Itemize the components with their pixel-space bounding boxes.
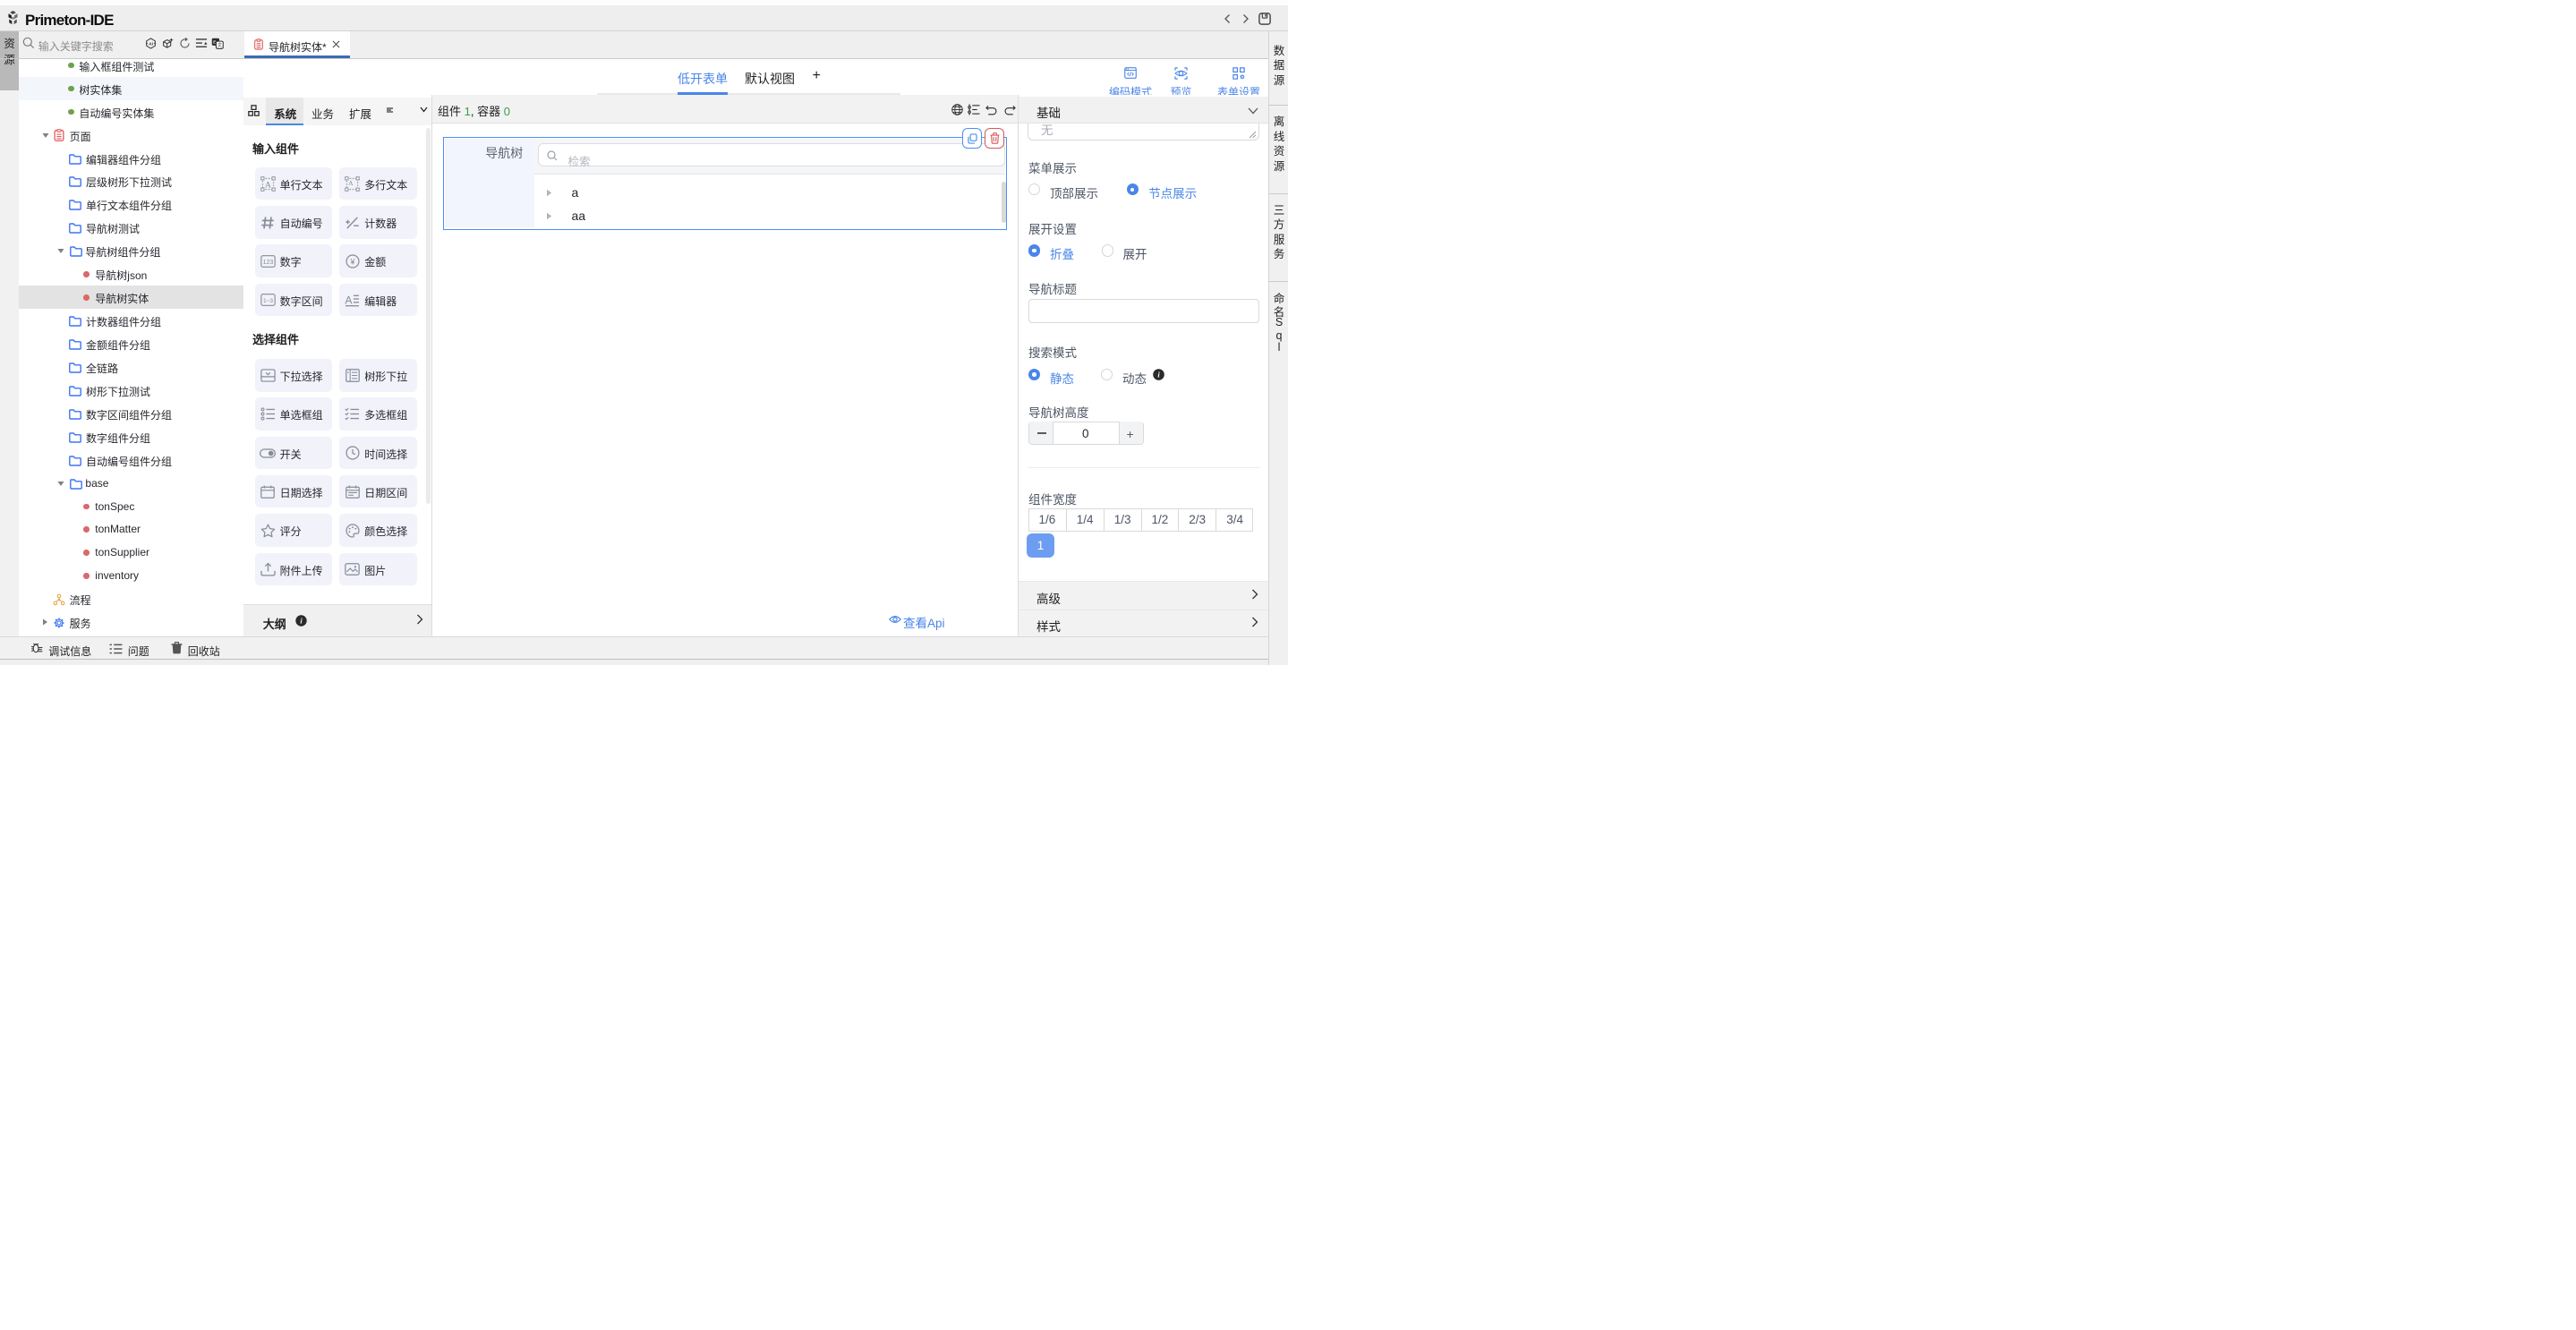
svg-text:A: A (264, 180, 271, 190)
svg-text:文: 文 (217, 42, 221, 48)
svg-text:123: 123 (262, 260, 273, 266)
svg-text:AI: AI (149, 41, 154, 47)
svg-text:A: A (348, 179, 354, 187)
svg-text:A: A (345, 294, 354, 306)
svg-text:¥: ¥ (349, 257, 354, 266)
svg-text:1~3: 1~3 (262, 298, 272, 304)
